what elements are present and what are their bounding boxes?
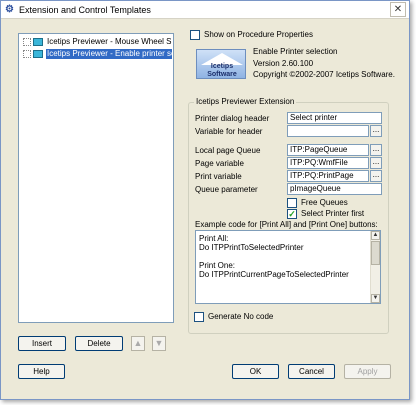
code-line: Print All: (199, 234, 229, 243)
queue-parameter-label: Queue parameter (195, 185, 258, 194)
expander-icon[interactable] (23, 38, 31, 46)
code-line: Print One: (199, 261, 236, 270)
window-title: Extension and Control Templates (19, 5, 151, 15)
ok-button[interactable]: OK (232, 364, 279, 379)
logo-text-line1: Icetips (210, 63, 234, 70)
title-bar: ⚙ Extension and Control Templates ✕ (1, 1, 409, 19)
help-button[interactable]: Help (18, 364, 65, 379)
variable-for-header-lookup-button[interactable]: ... (370, 125, 382, 137)
template-copyright: Copyright ©2002-2007 Icetips Software. (253, 70, 395, 79)
printer-dialog-header-input[interactable]: Select printer (287, 112, 382, 124)
show-on-procedure-properties-label: Show on Procedure Properties (204, 30, 313, 39)
variable-for-header-input[interactable] (287, 125, 369, 137)
page-variable-input[interactable]: ITP:PQ:WmfFile (287, 157, 369, 169)
code-line: Do ITPPrintCurrentPageToSelectedPrinter (199, 270, 349, 279)
print-variable-lookup-button[interactable]: ... (370, 170, 382, 182)
show-on-procedure-properties-checkbox[interactable] (190, 30, 200, 40)
icetips-logo: Icetips Software (196, 49, 246, 79)
local-page-queue-label: Local page Queue (195, 146, 261, 155)
example-code-textarea[interactable]: Print All: Do ITPPrintToSelectedPrinter … (195, 230, 381, 304)
print-variable-input[interactable]: ITP:PQ:PrintPage (287, 170, 369, 182)
generate-no-code-checkbox[interactable] (194, 312, 204, 322)
cancel-button[interactable]: Cancel (288, 364, 335, 379)
tree-item-label: Icetips Previewer - Mouse Wheel Sup (47, 37, 172, 46)
groupbox-title: Icetips Previewer Extension (194, 97, 297, 107)
move-down-button[interactable]: ▼ (152, 336, 166, 351)
scroll-thumb[interactable] (371, 241, 380, 265)
printer-dialog-header-label: Printer dialog header (195, 114, 270, 123)
template-icon (33, 50, 43, 58)
apply-button[interactable]: Apply (344, 364, 391, 379)
insert-button[interactable]: Insert (18, 336, 66, 351)
page-variable-lookup-button[interactable]: ... (370, 157, 382, 169)
template-name: Enable Printer selection (253, 47, 338, 56)
local-page-queue-input[interactable]: ITP:PageQueue (287, 144, 369, 156)
free-queues-checkbox[interactable] (287, 198, 297, 208)
close-button[interactable]: ✕ (390, 2, 406, 17)
template-icon (33, 38, 43, 46)
tree-item-mouse-wheel[interactable]: Icetips Previewer - Mouse Wheel Sup (21, 36, 172, 48)
scroll-down-icon[interactable]: ▼ (371, 294, 380, 303)
scroll-up-icon[interactable]: ▲ (371, 231, 380, 240)
code-scrollbar[interactable]: ▲ ▼ (370, 231, 380, 303)
logo-text-line2: Software (207, 71, 237, 78)
tree-item-enable-printer[interactable]: Icetips Previewer - Enable printer sele (21, 48, 172, 60)
templates-dialog: ⚙ Extension and Control Templates ✕ Icet… (0, 0, 410, 400)
tree-item-label: Icetips Previewer - Enable printer sele (46, 49, 172, 59)
select-printer-first-checkbox[interactable]: ✓ (287, 209, 297, 219)
queue-parameter-input[interactable]: pImageQueue (287, 183, 382, 195)
delete-button[interactable]: Delete (75, 336, 123, 351)
select-printer-first-label: Select Printer first (301, 209, 365, 218)
move-up-button[interactable]: ▲ (131, 336, 145, 351)
variable-for-header-label: Variable for header (195, 127, 263, 136)
print-variable-label: Print variable (195, 172, 242, 181)
template-tree[interactable]: Icetips Previewer - Mouse Wheel Sup Icet… (18, 33, 174, 323)
generate-no-code-label: Generate No code (208, 312, 274, 321)
example-code-label: Example code for [Print All] and [Print … (195, 220, 378, 229)
expander-icon[interactable] (23, 50, 31, 58)
app-icon: ⚙ (5, 4, 14, 15)
local-page-queue-lookup-button[interactable]: ... (370, 144, 382, 156)
code-line: Do ITPPrintToSelectedPrinter (199, 243, 304, 252)
free-queues-label: Free Queues (301, 198, 348, 207)
template-version: Version 2.60.100 (253, 59, 314, 68)
page-variable-label: Page variable (195, 159, 244, 168)
